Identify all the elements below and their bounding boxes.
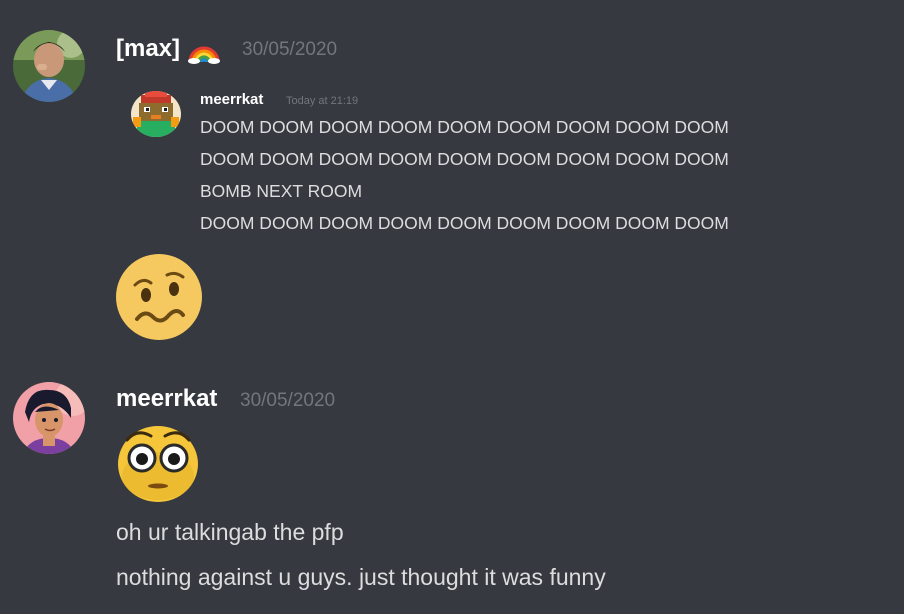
flushed-face-emoji-icon[interactable] [115,418,201,504]
message-text: oh ur talkingab the pfp [116,519,344,545]
cartoon-avatar-icon [13,382,85,454]
message-text: nothing against u guys. just thought it … [116,564,606,590]
username[interactable]: meerrkat [116,385,217,413]
message-group: meerrkat 30/05/2020 oh ur talkingab the … [0,0,904,614]
timestamp: 30/05/2020 [240,390,336,411]
chat-messages: [max] 30/05/2020 meerrkat Today at 21:19… [0,0,904,614]
avatar[interactable] [13,382,85,454]
